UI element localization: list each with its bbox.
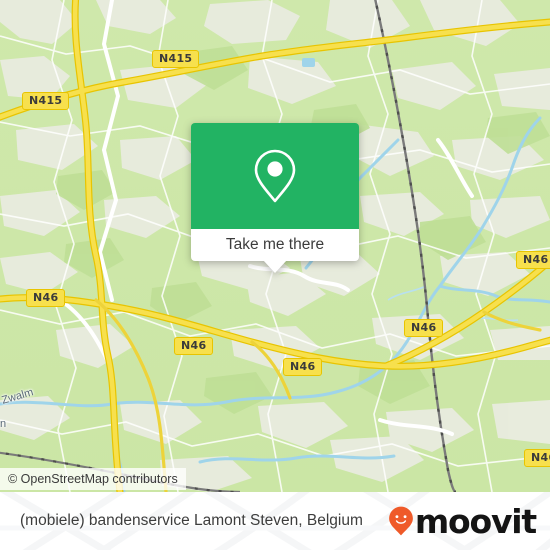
road-shield-n46-mid-east[interactable]: N46 bbox=[404, 319, 444, 337]
location-title: (mobiele) bandenservice Lamont Steven, B… bbox=[20, 512, 363, 529]
road-shield-n46-west[interactable]: N46 bbox=[26, 289, 66, 307]
callout-tail-pointer bbox=[263, 260, 287, 273]
moovit-wordmark: moovit bbox=[414, 501, 537, 541]
road-shield-n46-northeast[interactable]: N46 bbox=[516, 251, 550, 269]
road-shield-n415-west[interactable]: N415 bbox=[22, 92, 70, 110]
footer-content: (mobiele) bandenservice Lamont Steven, B… bbox=[0, 492, 550, 550]
callout-icon-panel bbox=[191, 123, 359, 229]
place-label-partial: n bbox=[0, 418, 7, 430]
road-shield-n415-east[interactable]: N415 bbox=[152, 50, 200, 68]
callout-action-panel[interactable]: Take me there bbox=[191, 229, 359, 261]
location-callout-card[interactable]: Take me there bbox=[191, 123, 359, 273]
road-shield-n46-mid-west[interactable]: N46 bbox=[174, 337, 214, 355]
map-pin-icon bbox=[254, 149, 296, 203]
map-canvas[interactable]: N415 N415 N46 N46 N46 N46 N46 N46 Zwalm … bbox=[0, 0, 550, 492]
footer-bar: (mobiele) bandenservice Lamont Steven, B… bbox=[0, 492, 550, 550]
road-shield-n46-center[interactable]: N46 bbox=[283, 358, 323, 376]
moovit-smiley-pin-icon bbox=[388, 506, 413, 536]
moovit-brand[interactable]: moovit bbox=[386, 501, 537, 541]
osm-attribution[interactable]: © OpenStreetMap contributors bbox=[0, 468, 186, 490]
take-me-there-label: Take me there bbox=[225, 236, 325, 253]
map-screenshot-root: N415 N415 N46 N46 N46 N46 N46 N46 Zwalm … bbox=[0, 0, 550, 550]
road-shield-n46-southeast[interactable]: N46 bbox=[524, 449, 550, 467]
